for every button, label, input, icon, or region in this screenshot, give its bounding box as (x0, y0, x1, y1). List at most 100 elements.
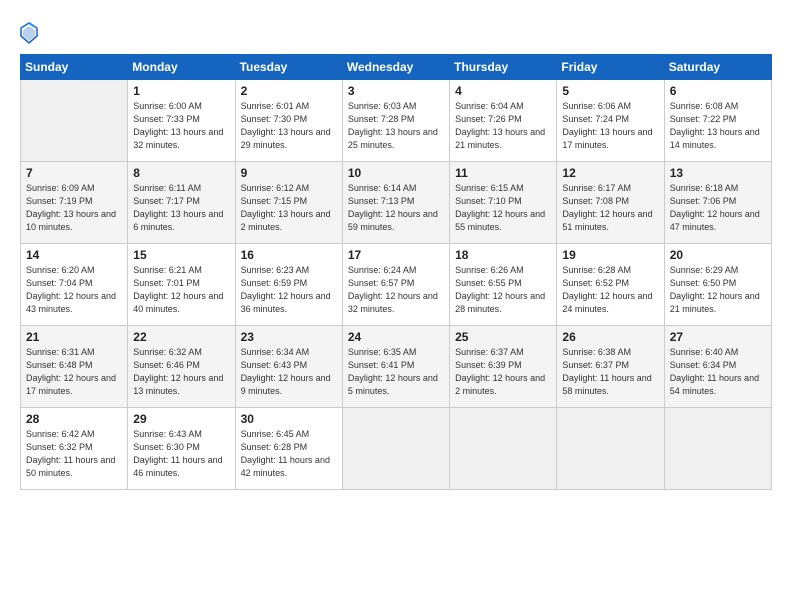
day-cell (342, 408, 449, 490)
day-cell: 10 Sunrise: 6:14 AM Sunset: 7:13 PM Dayli… (342, 162, 449, 244)
day-cell: 11 Sunrise: 6:15 AM Sunset: 7:10 PM Dayli… (450, 162, 557, 244)
week-row-3: 14 Sunrise: 6:20 AM Sunset: 7:04 PM Dayli… (21, 244, 772, 326)
week-row-4: 21 Sunrise: 6:31 AM Sunset: 6:48 PM Dayli… (21, 326, 772, 408)
day-info: Sunrise: 6:08 AM Sunset: 7:22 PM Dayligh… (670, 100, 766, 152)
day-number: 25 (455, 330, 551, 344)
day-cell: 25 Sunrise: 6:37 AM Sunset: 6:39 PM Dayli… (450, 326, 557, 408)
day-info: Sunrise: 6:06 AM Sunset: 7:24 PM Dayligh… (562, 100, 658, 152)
day-cell (450, 408, 557, 490)
day-info: Sunrise: 6:01 AM Sunset: 7:30 PM Dayligh… (241, 100, 337, 152)
day-number: 9 (241, 166, 337, 180)
day-cell: 6 Sunrise: 6:08 AM Sunset: 7:22 PM Daylig… (664, 80, 771, 162)
day-info: Sunrise: 6:26 AM Sunset: 6:55 PM Dayligh… (455, 264, 551, 316)
day-number: 26 (562, 330, 658, 344)
day-cell: 30 Sunrise: 6:45 AM Sunset: 6:28 PM Dayli… (235, 408, 342, 490)
day-cell: 24 Sunrise: 6:35 AM Sunset: 6:41 PM Dayli… (342, 326, 449, 408)
day-cell: 27Sunrise: 6:40 AM Sunset: 6:34 PM Dayli… (664, 326, 771, 408)
day-cell (557, 408, 664, 490)
day-cell: 22 Sunrise: 6:32 AM Sunset: 6:46 PM Dayli… (128, 326, 235, 408)
day-info: Sunrise: 6:00 AM Sunset: 7:33 PM Dayligh… (133, 100, 229, 152)
day-number: 1 (133, 84, 229, 98)
day-cell: 5 Sunrise: 6:06 AM Sunset: 7:24 PM Daylig… (557, 80, 664, 162)
day-info: Sunrise: 6:17 AM Sunset: 7:08 PM Dayligh… (562, 182, 658, 234)
day-number: 28 (26, 412, 122, 426)
day-info: Sunrise: 6:37 AM Sunset: 6:39 PM Dayligh… (455, 346, 551, 398)
day-cell (664, 408, 771, 490)
day-cell: 4 Sunrise: 6:04 AM Sunset: 7:26 PM Daylig… (450, 80, 557, 162)
day-cell: 15 Sunrise: 6:21 AM Sunset: 7:01 PM Dayli… (128, 244, 235, 326)
page: SundayMondayTuesdayWednesdayThursdayFrid… (0, 0, 792, 612)
day-info: Sunrise: 6:45 AM Sunset: 6:28 PM Dayligh… (241, 428, 337, 480)
day-number: 4 (455, 84, 551, 98)
day-info: Sunrise: 6:35 AM Sunset: 6:41 PM Dayligh… (348, 346, 444, 398)
day-cell (21, 80, 128, 162)
day-cell: 17 Sunrise: 6:24 AM Sunset: 6:57 PM Dayli… (342, 244, 449, 326)
day-number: 22 (133, 330, 229, 344)
calendar-table: SundayMondayTuesdayWednesdayThursdayFrid… (20, 54, 772, 490)
day-info: Sunrise: 6:15 AM Sunset: 7:10 PM Dayligh… (455, 182, 551, 234)
header (20, 18, 772, 44)
header-cell-tuesday: Tuesday (235, 55, 342, 80)
logo-icon (20, 22, 38, 44)
day-number: 14 (26, 248, 122, 262)
day-number: 15 (133, 248, 229, 262)
day-info: Sunrise: 6:18 AM Sunset: 7:06 PM Dayligh… (670, 182, 766, 234)
day-cell: 18 Sunrise: 6:26 AM Sunset: 6:55 PM Dayli… (450, 244, 557, 326)
day-number: 24 (348, 330, 444, 344)
day-number: 10 (348, 166, 444, 180)
day-cell: 12 Sunrise: 6:17 AM Sunset: 7:08 PM Dayli… (557, 162, 664, 244)
header-cell-thursday: Thursday (450, 55, 557, 80)
day-info: Sunrise: 6:38 AM Sunset: 6:37 PM Dayligh… (562, 346, 658, 398)
day-cell: 14 Sunrise: 6:20 AM Sunset: 7:04 PM Dayli… (21, 244, 128, 326)
header-cell-friday: Friday (557, 55, 664, 80)
day-info: Sunrise: 6:09 AM Sunset: 7:19 PM Dayligh… (26, 182, 122, 234)
week-row-1: 1 Sunrise: 6:00 AM Sunset: 7:33 PM Daylig… (21, 80, 772, 162)
day-number: 11 (455, 166, 551, 180)
header-cell-saturday: Saturday (664, 55, 771, 80)
day-number: 3 (348, 84, 444, 98)
day-number: 2 (241, 84, 337, 98)
day-info: Sunrise: 6:43 AM Sunset: 6:30 PM Dayligh… (133, 428, 229, 480)
day-info: Sunrise: 6:23 AM Sunset: 6:59 PM Dayligh… (241, 264, 337, 316)
logo (20, 22, 42, 44)
header-cell-wednesday: Wednesday (342, 55, 449, 80)
day-number: 13 (670, 166, 766, 180)
header-cell-monday: Monday (128, 55, 235, 80)
day-cell: 1 Sunrise: 6:00 AM Sunset: 7:33 PM Daylig… (128, 80, 235, 162)
day-number: 30 (241, 412, 337, 426)
day-info: Sunrise: 6:21 AM Sunset: 7:01 PM Dayligh… (133, 264, 229, 316)
day-cell: 13 Sunrise: 6:18 AM Sunset: 7:06 PM Dayli… (664, 162, 771, 244)
day-info: Sunrise: 6:29 AM Sunset: 6:50 PM Dayligh… (670, 264, 766, 316)
day-number: 18 (455, 248, 551, 262)
day-info: Sunrise: 6:40 AM Sunset: 6:34 PM Dayligh… (670, 346, 766, 398)
day-number: 5 (562, 84, 658, 98)
day-cell: 26 Sunrise: 6:38 AM Sunset: 6:37 PM Dayli… (557, 326, 664, 408)
day-info: Sunrise: 6:11 AM Sunset: 7:17 PM Dayligh… (133, 182, 229, 234)
day-cell: 23 Sunrise: 6:34 AM Sunset: 6:43 PM Dayli… (235, 326, 342, 408)
day-cell: 9Sunrise: 6:12 AM Sunset: 7:15 PM Daylig… (235, 162, 342, 244)
week-row-5: 28Sunrise: 6:42 AM Sunset: 6:32 PM Dayli… (21, 408, 772, 490)
header-cell-sunday: Sunday (21, 55, 128, 80)
day-info: Sunrise: 6:04 AM Sunset: 7:26 PM Dayligh… (455, 100, 551, 152)
day-number: 21 (26, 330, 122, 344)
day-cell: 29 Sunrise: 6:43 AM Sunset: 6:30 PM Dayli… (128, 408, 235, 490)
day-cell: 3 Sunrise: 6:03 AM Sunset: 7:28 PM Daylig… (342, 80, 449, 162)
day-info: Sunrise: 6:20 AM Sunset: 7:04 PM Dayligh… (26, 264, 122, 316)
day-info: Sunrise: 6:03 AM Sunset: 7:28 PM Dayligh… (348, 100, 444, 152)
day-number: 12 (562, 166, 658, 180)
day-number: 23 (241, 330, 337, 344)
day-number: 6 (670, 84, 766, 98)
day-info: Sunrise: 6:32 AM Sunset: 6:46 PM Dayligh… (133, 346, 229, 398)
day-cell: 28Sunrise: 6:42 AM Sunset: 6:32 PM Dayli… (21, 408, 128, 490)
day-number: 29 (133, 412, 229, 426)
day-number: 7 (26, 166, 122, 180)
day-number: 17 (348, 248, 444, 262)
day-info: Sunrise: 6:28 AM Sunset: 6:52 PM Dayligh… (562, 264, 658, 316)
day-cell: 16Sunrise: 6:23 AM Sunset: 6:59 PM Dayli… (235, 244, 342, 326)
day-number: 8 (133, 166, 229, 180)
day-info: Sunrise: 6:34 AM Sunset: 6:43 PM Dayligh… (241, 346, 337, 398)
day-info: Sunrise: 6:24 AM Sunset: 6:57 PM Dayligh… (348, 264, 444, 316)
day-info: Sunrise: 6:14 AM Sunset: 7:13 PM Dayligh… (348, 182, 444, 234)
day-cell: 8 Sunrise: 6:11 AM Sunset: 7:17 PM Daylig… (128, 162, 235, 244)
day-info: Sunrise: 6:31 AM Sunset: 6:48 PM Dayligh… (26, 346, 122, 398)
